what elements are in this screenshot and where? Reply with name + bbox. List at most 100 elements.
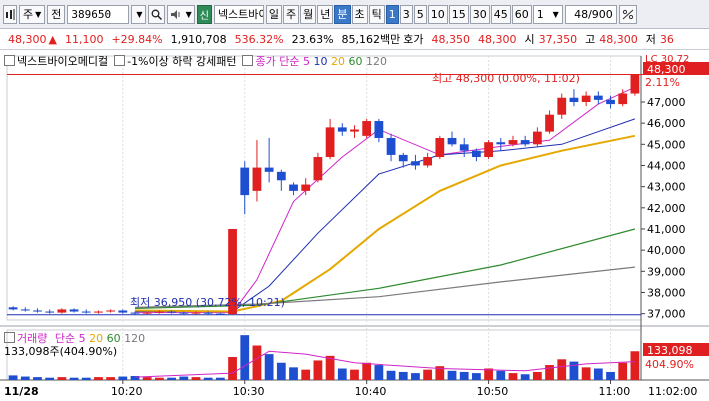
volume-bar — [155, 377, 164, 380]
legend-ma-label: 종가 단순 — [255, 55, 300, 68]
chart-toolbar: 주▼ 전 389650 ▼ ▼ 신 넥스트바이오메디컬 일주월년분초틱 1351… — [0, 0, 709, 29]
period-button-4[interactable]: 분 — [334, 4, 351, 24]
y-tick-label: 46,000 — [647, 117, 686, 130]
candle-body — [557, 97, 567, 115]
candle-body — [532, 131, 542, 145]
interval-button-2[interactable]: 5 — [413, 4, 427, 24]
x-tick-label: 11:02:00 — [648, 385, 697, 398]
volume-value-text: 133,098주(404.90%) — [4, 345, 118, 358]
candle-body — [606, 99, 615, 105]
period-button-3[interactable]: 년 — [317, 4, 334, 24]
stock-name-field[interactable]: 넥스트바이오메디컬 — [213, 4, 264, 24]
candle-body — [386, 137, 396, 155]
volume-bar — [557, 359, 567, 380]
volume-bar — [459, 371, 469, 380]
candle-body — [20, 309, 30, 311]
interval-button-3[interactable]: 10 — [427, 4, 448, 24]
candle-body — [240, 167, 250, 196]
volume-bar — [532, 371, 542, 380]
legend-stock-name: 넥스트바이오메디컬 — [17, 55, 109, 68]
period-button-2[interactable]: 월 — [300, 4, 317, 24]
volume-ma-5: 5 — [78, 332, 86, 345]
x-tick-label: 11/28 — [4, 385, 39, 398]
volume-ma-60: 60 — [106, 332, 121, 345]
period-button-6[interactable]: 틱 — [368, 4, 385, 24]
x-tick-label: 10:50 — [477, 385, 509, 398]
legend-ma-10: 10 — [313, 55, 328, 68]
credit-badge: 신 — [196, 4, 212, 24]
candle-body — [325, 127, 335, 158]
legend-ma-120: 120 — [365, 55, 387, 68]
sound-button[interactable]: ▼ — [166, 4, 195, 24]
volume-bar — [508, 373, 518, 380]
high-annotation: 최고 48,300 (0.00%, 11:02) — [432, 72, 580, 85]
ma-line-10 — [135, 118, 636, 312]
candle-body — [459, 144, 469, 151]
interval-button-7[interactable]: 60 — [511, 4, 532, 24]
candle-body — [313, 157, 323, 181]
volume-bar — [215, 377, 225, 380]
x-tick-label: 10:30 — [233, 385, 265, 398]
candle-body — [545, 114, 554, 132]
jeon-button[interactable]: 전 — [47, 4, 66, 24]
volume-bar — [374, 365, 384, 380]
candle-body — [289, 184, 298, 191]
x-tick-label: 10:20 — [111, 385, 143, 398]
candle-body — [33, 310, 42, 312]
interval-button-1[interactable]: 3 — [399, 4, 413, 24]
volume-ma-20: 20 — [89, 332, 104, 345]
volume-bar — [94, 377, 103, 380]
volume-pct-label: 404.90% — [645, 358, 694, 371]
volume-bar — [240, 335, 250, 380]
market-select-label: 주 — [23, 8, 34, 21]
x-tick-label: 11:00 — [599, 385, 631, 398]
price-change: 11,100 — [64, 32, 104, 46]
interval-value-select[interactable]: 1 ▼ — [532, 4, 563, 24]
trade-amount: 85,162백만 — [341, 33, 401, 46]
interval-button-6[interactable]: 45 — [490, 4, 511, 24]
search-icon — [151, 9, 162, 20]
volume-bar — [618, 362, 628, 380]
candle-body — [167, 311, 176, 313]
turnover-ratio: 23.63% — [291, 32, 334, 46]
candle-body — [252, 167, 262, 191]
volume-bar — [69, 377, 79, 380]
interval-group: 1 3 5 10 15 30 45 60 — [385, 4, 533, 24]
volume-bar — [593, 368, 603, 380]
volume-bar — [630, 351, 640, 380]
checkbox-icon — [4, 55, 15, 66]
period-button-5[interactable]: 초 — [351, 4, 368, 24]
volume-bar — [81, 377, 91, 380]
candle-body — [191, 312, 201, 314]
pct-label: 2.11% — [645, 76, 680, 89]
candle-body — [8, 307, 18, 310]
x-tick-label: 10:40 — [355, 385, 387, 398]
chart-type-icon[interactable] — [3, 4, 17, 24]
period-button-1[interactable]: 주 — [283, 4, 300, 24]
interval-button-4[interactable]: 15 — [448, 4, 469, 24]
checkbox-icon — [242, 55, 254, 66]
legend-ma: 종가 단순 5 10 20 60 120 — [242, 53, 387, 69]
volume-bar — [520, 374, 530, 380]
search-button[interactable] — [147, 4, 165, 24]
interval-button-0[interactable]: 1 — [385, 4, 399, 24]
volume-badge-label: 133,098 — [647, 344, 693, 357]
y-tick-label: 45,000 — [647, 138, 686, 151]
code-dropdown-button[interactable]: ▼ — [131, 4, 146, 24]
stock-code-input[interactable]: 389650 — [67, 4, 130, 24]
checkbox-icon — [114, 55, 126, 66]
interval-value-label: 1 — [536, 7, 544, 21]
interval-button-5[interactable]: 30 — [469, 4, 490, 24]
candle-body — [362, 121, 372, 136]
volume-bar — [228, 357, 237, 380]
period-button-0[interactable]: 일 — [265, 4, 283, 24]
high-price: 48,300 — [599, 32, 638, 46]
candle-body — [398, 154, 408, 162]
volume-ma-120: 120 — [124, 332, 146, 345]
market-select[interactable]: 주 ▼ — [19, 4, 46, 24]
settings-button[interactable] — [618, 4, 637, 24]
volume-bar — [496, 370, 506, 380]
y-tick-label: 42,000 — [647, 202, 686, 215]
price-pane-frame — [6, 55, 642, 321]
legend-ma-20: 20 — [330, 55, 345, 68]
